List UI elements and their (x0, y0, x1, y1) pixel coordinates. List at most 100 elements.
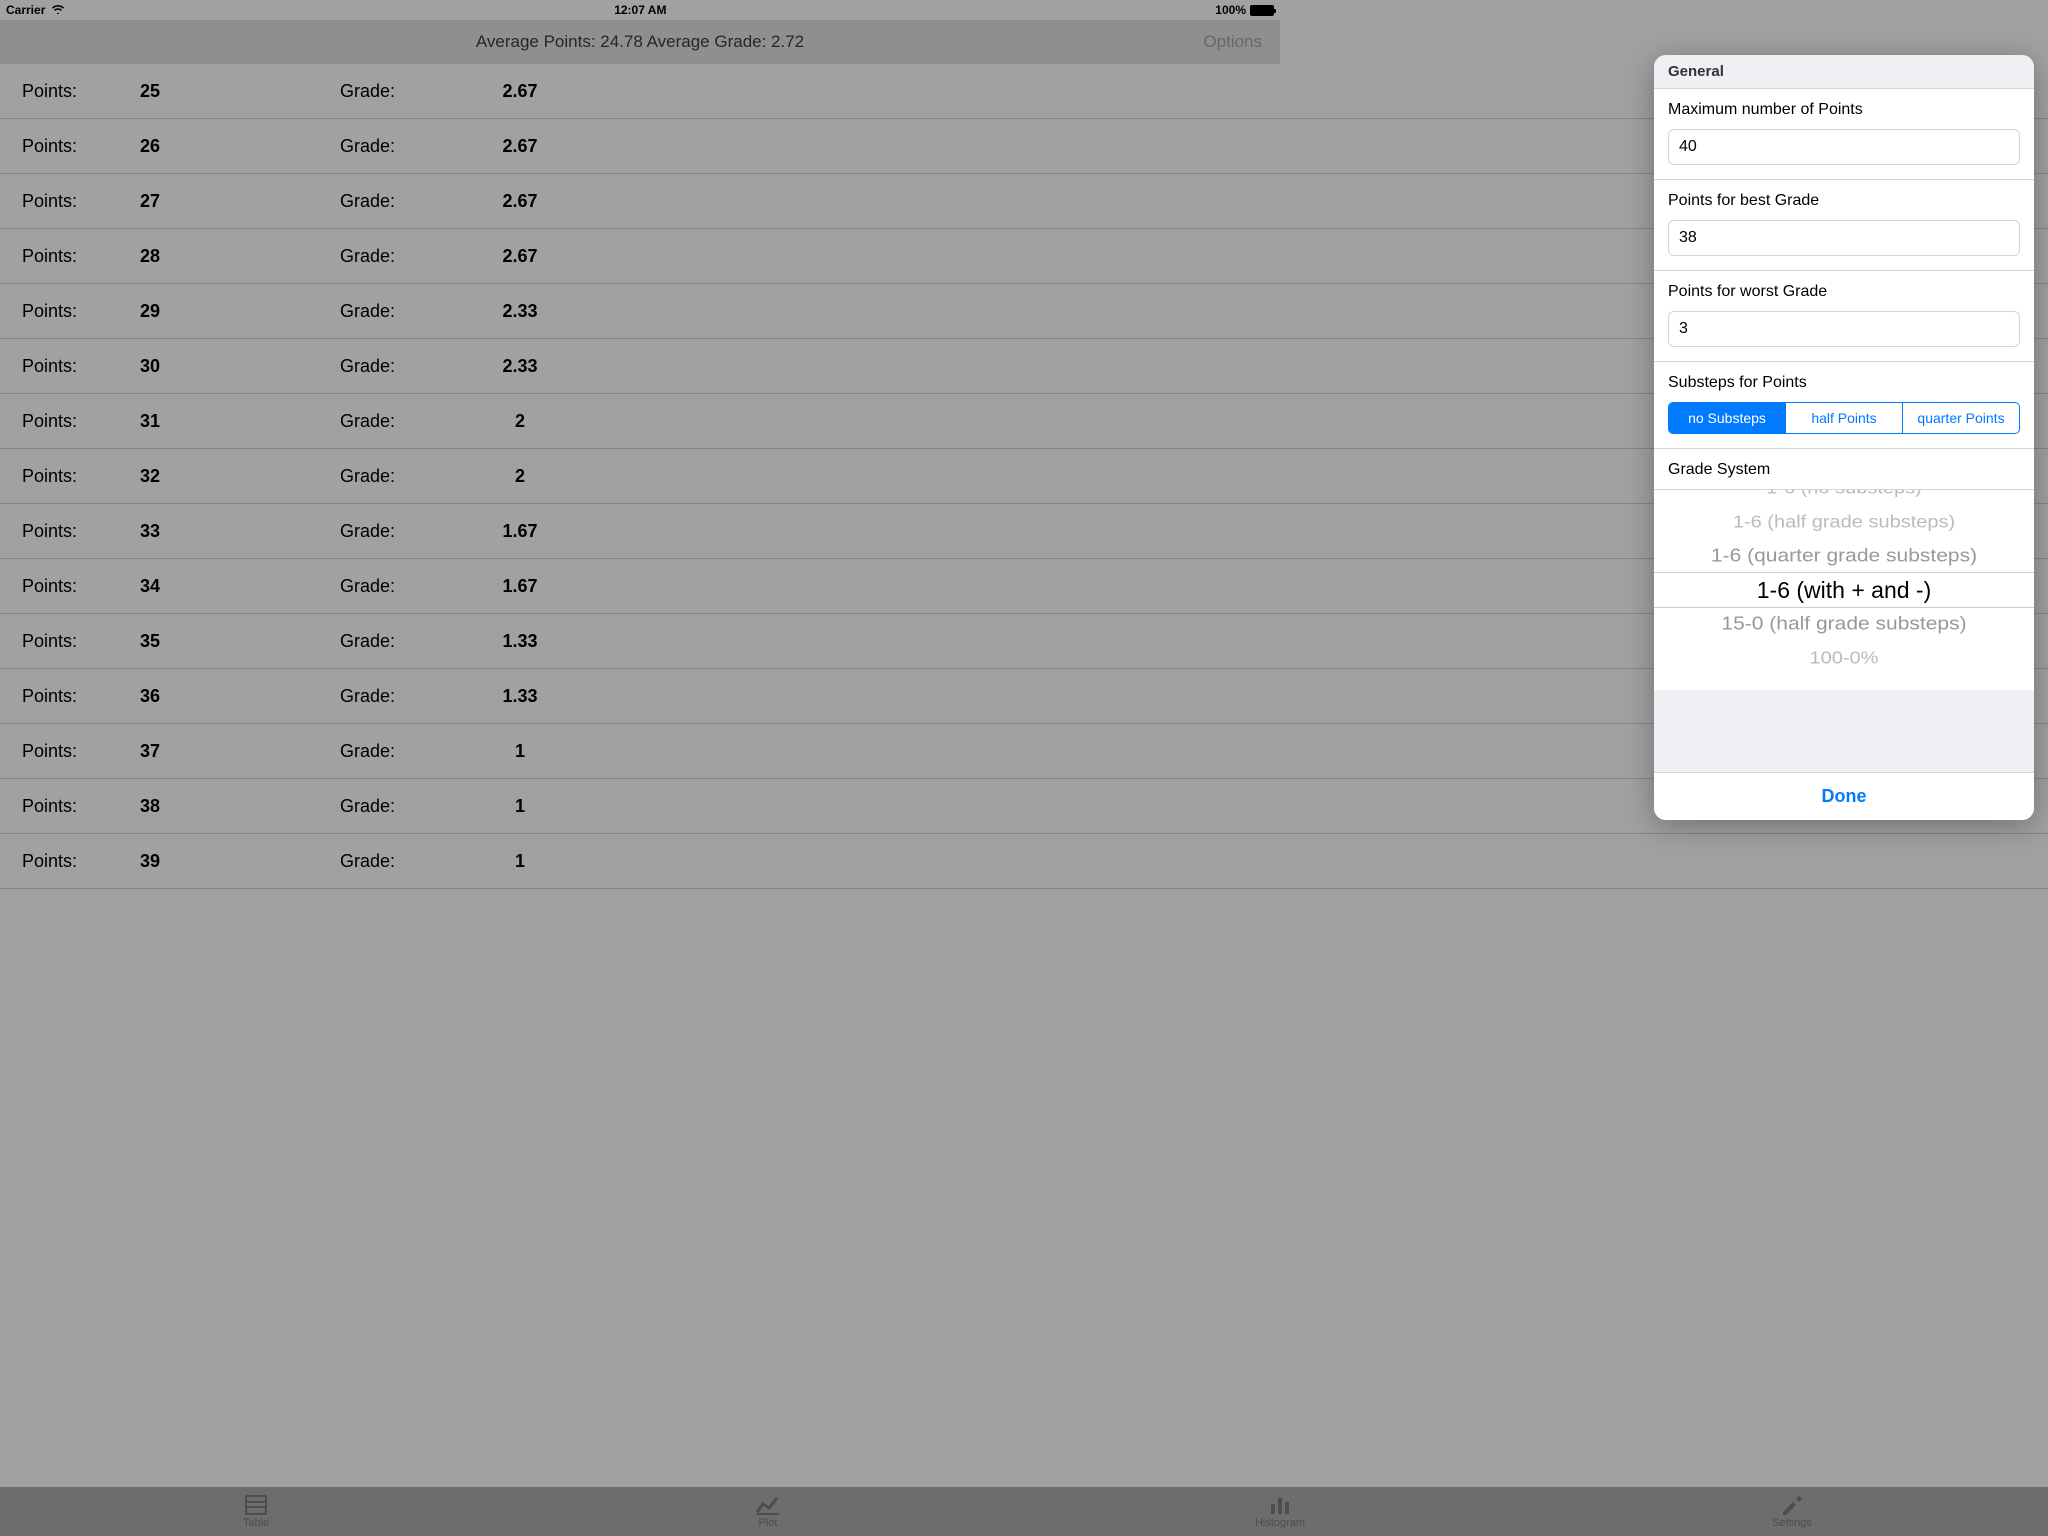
grade-system-picker[interactable]: 1-6 (no substeps) 1-6 (half grade substep… (1654, 490, 2034, 690)
done-button[interactable]: Done (1822, 786, 1867, 807)
substeps-segmented[interactable]: no Substepshalf Pointsquarter Points (1668, 402, 2020, 434)
points-label: Points: (0, 521, 140, 542)
picker-item[interactable]: 1-6 (no substeps) (1654, 490, 2034, 503)
grade-value: 2.67 (480, 246, 560, 267)
max-points-input[interactable] (1668, 129, 2020, 165)
points-label: Points: (0, 191, 140, 212)
segment-no-substeps[interactable]: no Substeps (1669, 403, 1786, 433)
grade-value: 1.33 (480, 686, 560, 707)
grade-label: Grade: (340, 411, 480, 432)
grade-value: 2.67 (480, 191, 560, 212)
status-bar: Carrier 12:07 AM 100% (0, 0, 1280, 20)
grade-value: 2.67 (480, 81, 560, 102)
grade-label: Grade: (340, 356, 480, 377)
max-points-label: Maximum number of Points (1668, 101, 2020, 119)
grade-value: 1.67 (480, 576, 560, 597)
segment-half-points[interactable]: half Points (1786, 403, 1903, 433)
picker-item[interactable]: 15-0 (half grade substeps) (1654, 609, 2034, 640)
points-label: Points: (0, 246, 140, 267)
points-label: Points: (0, 631, 140, 652)
grade-label: Grade: (340, 521, 480, 542)
header-title: Average Points: 24.78 Average Grade: 2.7… (476, 32, 804, 52)
picker-item[interactable]: 1-6 (quarter grade substeps) (1654, 541, 2034, 572)
points-label: Points: (0, 686, 140, 707)
points-value: 29 (140, 301, 340, 322)
points-value: 31 (140, 411, 340, 432)
grade-label: Grade: (340, 576, 480, 597)
grade-label: Grade: (340, 136, 480, 157)
grade-value: 1 (480, 796, 560, 817)
points-label: Points: (0, 411, 140, 432)
grade-value: 1.67 (480, 521, 560, 542)
grade-label: Grade: (340, 81, 480, 102)
wifi-icon (51, 3, 65, 17)
battery-icon (1250, 5, 1274, 16)
points-value: 25 (140, 81, 340, 102)
carrier-label: Carrier (6, 3, 45, 17)
grade-value: 1 (480, 851, 560, 872)
points-label: Points: (0, 796, 140, 817)
segment-quarter-points[interactable]: quarter Points (1903, 403, 2019, 433)
points-value: 39 (140, 851, 340, 872)
options-button[interactable]: Options (1203, 32, 1262, 52)
grade-value: 2.67 (480, 136, 560, 157)
points-label: Points: (0, 741, 140, 762)
points-value: 38 (140, 796, 340, 817)
tab-bar: Table Plot Histogram Settings (0, 1487, 2048, 1536)
grade-value: 2 (480, 466, 560, 487)
grade-label: Grade: (340, 741, 480, 762)
points-value: 32 (140, 466, 340, 487)
points-label: Points: (0, 356, 140, 377)
grade-label: Grade: (340, 686, 480, 707)
tab-histogram-label: Histogram (1255, 1517, 1305, 1529)
tab-settings[interactable]: Settings (1536, 1487, 2048, 1536)
options-popover: General Maximum number of Points Points … (1654, 55, 2034, 820)
grade-label: Grade: (340, 631, 480, 652)
tab-histogram[interactable]: Histogram (1024, 1487, 1536, 1536)
points-value: 33 (140, 521, 340, 542)
popover-header: General (1654, 55, 2034, 89)
points-label: Points: (0, 851, 140, 872)
tab-table-label: Table (243, 1517, 269, 1529)
grade-value: 1 (480, 741, 560, 762)
status-time: 12:07 AM (614, 3, 666, 17)
tab-settings-label: Settings (1772, 1517, 1812, 1529)
grade-label: Grade: (340, 851, 480, 872)
grade-value: 1.33 (480, 631, 560, 652)
best-grade-label: Points for best Grade (1668, 192, 2020, 210)
points-label: Points: (0, 301, 140, 322)
points-label: Points: (0, 576, 140, 597)
points-value: 28 (140, 246, 340, 267)
tab-table[interactable]: Table (0, 1487, 512, 1536)
tab-plot-label: Plot (759, 1517, 778, 1529)
picker-item[interactable]: 100-0% (1654, 643, 2034, 674)
points-value: 34 (140, 576, 340, 597)
points-value: 37 (140, 741, 340, 762)
points-value: 27 (140, 191, 340, 212)
grade-value: 2.33 (480, 301, 560, 322)
grade-value: 2 (480, 411, 560, 432)
grade-label: Grade: (340, 191, 480, 212)
grade-label: Grade: (340, 246, 480, 267)
grade-label: Grade: (340, 301, 480, 322)
points-value: 26 (140, 136, 340, 157)
grade-label: Grade: (340, 796, 480, 817)
nav-header: Average Points: 24.78 Average Grade: 2.7… (0, 20, 1280, 64)
grade-label: Grade: (340, 466, 480, 487)
grade-value: 2.33 (480, 356, 560, 377)
points-label: Points: (0, 81, 140, 102)
picker-item[interactable]: 1-6 (half grade substeps) (1654, 507, 2034, 538)
points-value: 35 (140, 631, 340, 652)
best-grade-input[interactable] (1668, 220, 2020, 256)
tab-plot[interactable]: Plot (512, 1487, 1024, 1536)
points-value: 30 (140, 356, 340, 377)
substeps-label: Substeps for Points (1668, 374, 2020, 392)
points-label: Points: (0, 466, 140, 487)
picker-item[interactable]: 1-6 (with + and -) (1654, 573, 2034, 607)
battery-percent: 100% (1215, 3, 1246, 17)
worst-grade-label: Points for worst Grade (1668, 283, 2020, 301)
points-value: 36 (140, 686, 340, 707)
points-label: Points: (0, 136, 140, 157)
table-row: Points:39Grade:1 (0, 834, 2048, 889)
worst-grade-input[interactable] (1668, 311, 2020, 347)
